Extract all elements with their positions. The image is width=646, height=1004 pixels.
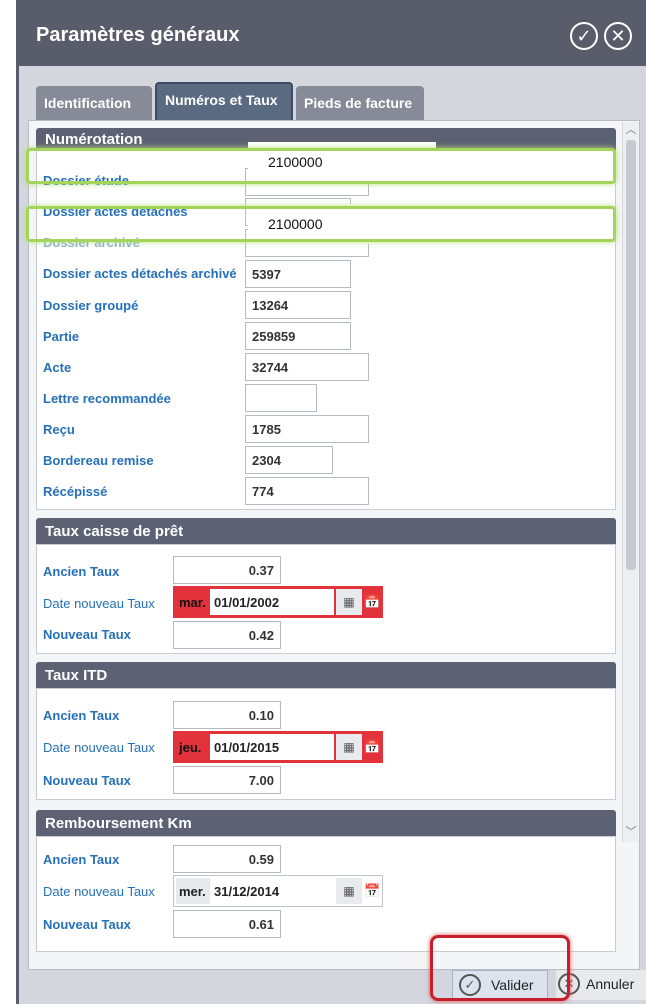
weekday: mer. [176, 878, 210, 904]
field-label: Ancien Taux [43, 564, 120, 579]
ancien-taux-input[interactable]: 0.10 [173, 701, 281, 729]
section-title: Taux ITD [45, 667, 108, 684]
section-header-taux-caisse: Taux caisse de prêt [36, 518, 616, 544]
recu-input[interactable]: 1785 [245, 415, 369, 443]
section-header-taux-itd: Taux ITD [36, 662, 616, 688]
field-label: Acte [43, 360, 72, 375]
scroll-thumb[interactable] [626, 140, 636, 570]
title-bar: Paramètres généraux ✓ ✕ [16, 0, 646, 66]
section-title: Taux caisse de prêt [45, 523, 184, 540]
ancien-taux-input[interactable]: 0.59 [173, 845, 281, 873]
field-label: Date nouveau Taux [43, 596, 155, 611]
annuler-label: Annuler [586, 976, 635, 992]
date-nouveau-taux-picker[interactable]: jeu. 01/01/2015 ▦ 📅 [173, 731, 383, 763]
field-label: Dossier groupé [43, 298, 139, 313]
date-nouveau-taux-picker[interactable]: mer. 31/12/2014 ▦ 📅 [173, 875, 383, 907]
calendar-today-icon[interactable]: 📅 [364, 590, 380, 614]
tab-label: Numéros et Taux [165, 92, 278, 108]
dossier-groupe-input[interactable]: 13264 [245, 291, 351, 319]
ancien-taux-input[interactable]: 0.37 [173, 556, 281, 584]
field-label: Nouveau Taux [43, 917, 131, 932]
recepisse-input[interactable]: 774 [245, 477, 369, 505]
field-label: Reçu [43, 422, 75, 437]
date-value[interactable]: 01/01/2015 [210, 734, 334, 760]
nouveau-taux-input[interactable]: 7.00 [173, 766, 281, 794]
field-label: Nouveau Taux [43, 773, 131, 788]
section-title: Numérotation [45, 131, 143, 148]
calendar-today-icon[interactable]: 📅 [364, 879, 380, 903]
calendar-grid-icon[interactable]: ▦ [336, 734, 362, 760]
section-title: Remboursement Km [45, 815, 192, 832]
x-circle-icon[interactable]: ✕ [604, 22, 632, 50]
field-label: Partie [43, 329, 80, 344]
date-value[interactable]: 01/01/2002 [210, 589, 334, 615]
tab-numeros-et-taux[interactable]: Numéros et Taux [155, 82, 293, 122]
tab-label: Identification [44, 95, 132, 111]
chevron-down-icon[interactable]: ﹀ [625, 826, 637, 838]
check-circle-icon[interactable]: ✓ [570, 22, 598, 50]
acte-input[interactable]: 32744 [245, 353, 369, 381]
field-label: Nouveau Taux [43, 627, 131, 642]
date-value[interactable]: 31/12/2014 [210, 878, 334, 904]
bordereau-remise-input[interactable]: 2304 [245, 446, 333, 474]
calendar-grid-icon[interactable]: ▦ [336, 878, 362, 904]
field-label: Date nouveau Taux [43, 884, 155, 899]
field-label: Dossier actes détachés archivé [43, 266, 237, 281]
weekday: jeu. [179, 740, 202, 755]
highlight-dossier-etude [26, 148, 616, 184]
lettre-recommandee-input[interactable] [245, 384, 317, 412]
field-label: Date nouveau Taux [43, 740, 155, 755]
dossier-actes-detaches-archive-input[interactable]: 5397 [245, 260, 351, 288]
tab-identification[interactable]: Identification [36, 86, 152, 120]
weekday: mar. [179, 595, 206, 610]
vertical-scrollbar[interactable]: ︿ ﹀ [622, 122, 638, 842]
nouveau-taux-input[interactable]: 0.42 [173, 621, 281, 649]
highlight-dossier-actes-detaches [26, 206, 616, 242]
highlight-valider [430, 935, 570, 1001]
field-label: Ancien Taux [43, 852, 120, 867]
partie-input[interactable]: 259859 [245, 322, 351, 350]
field-label: Lettre recommandée [43, 391, 171, 406]
section-header-remboursement-km: Remboursement Km [36, 810, 616, 836]
field-label: Récépissé [43, 484, 108, 499]
window-title: Paramètres généraux [36, 24, 240, 46]
chevron-up-icon[interactable]: ︿ [625, 124, 637, 136]
tab-label: Pieds de facture [304, 95, 413, 111]
nouveau-taux-input[interactable]: 0.61 [173, 910, 281, 938]
date-nouveau-taux-picker[interactable]: mar. 01/01/2002 ▦ 📅 [173, 586, 383, 618]
window-edge [16, 66, 19, 1004]
field-label: Bordereau remise [43, 453, 154, 468]
field-label: Ancien Taux [43, 708, 120, 723]
calendar-grid-icon[interactable]: ▦ [336, 589, 362, 615]
calendar-today-icon[interactable]: 📅 [364, 735, 380, 759]
tab-pieds-de-facture[interactable]: Pieds de facture [296, 86, 424, 120]
